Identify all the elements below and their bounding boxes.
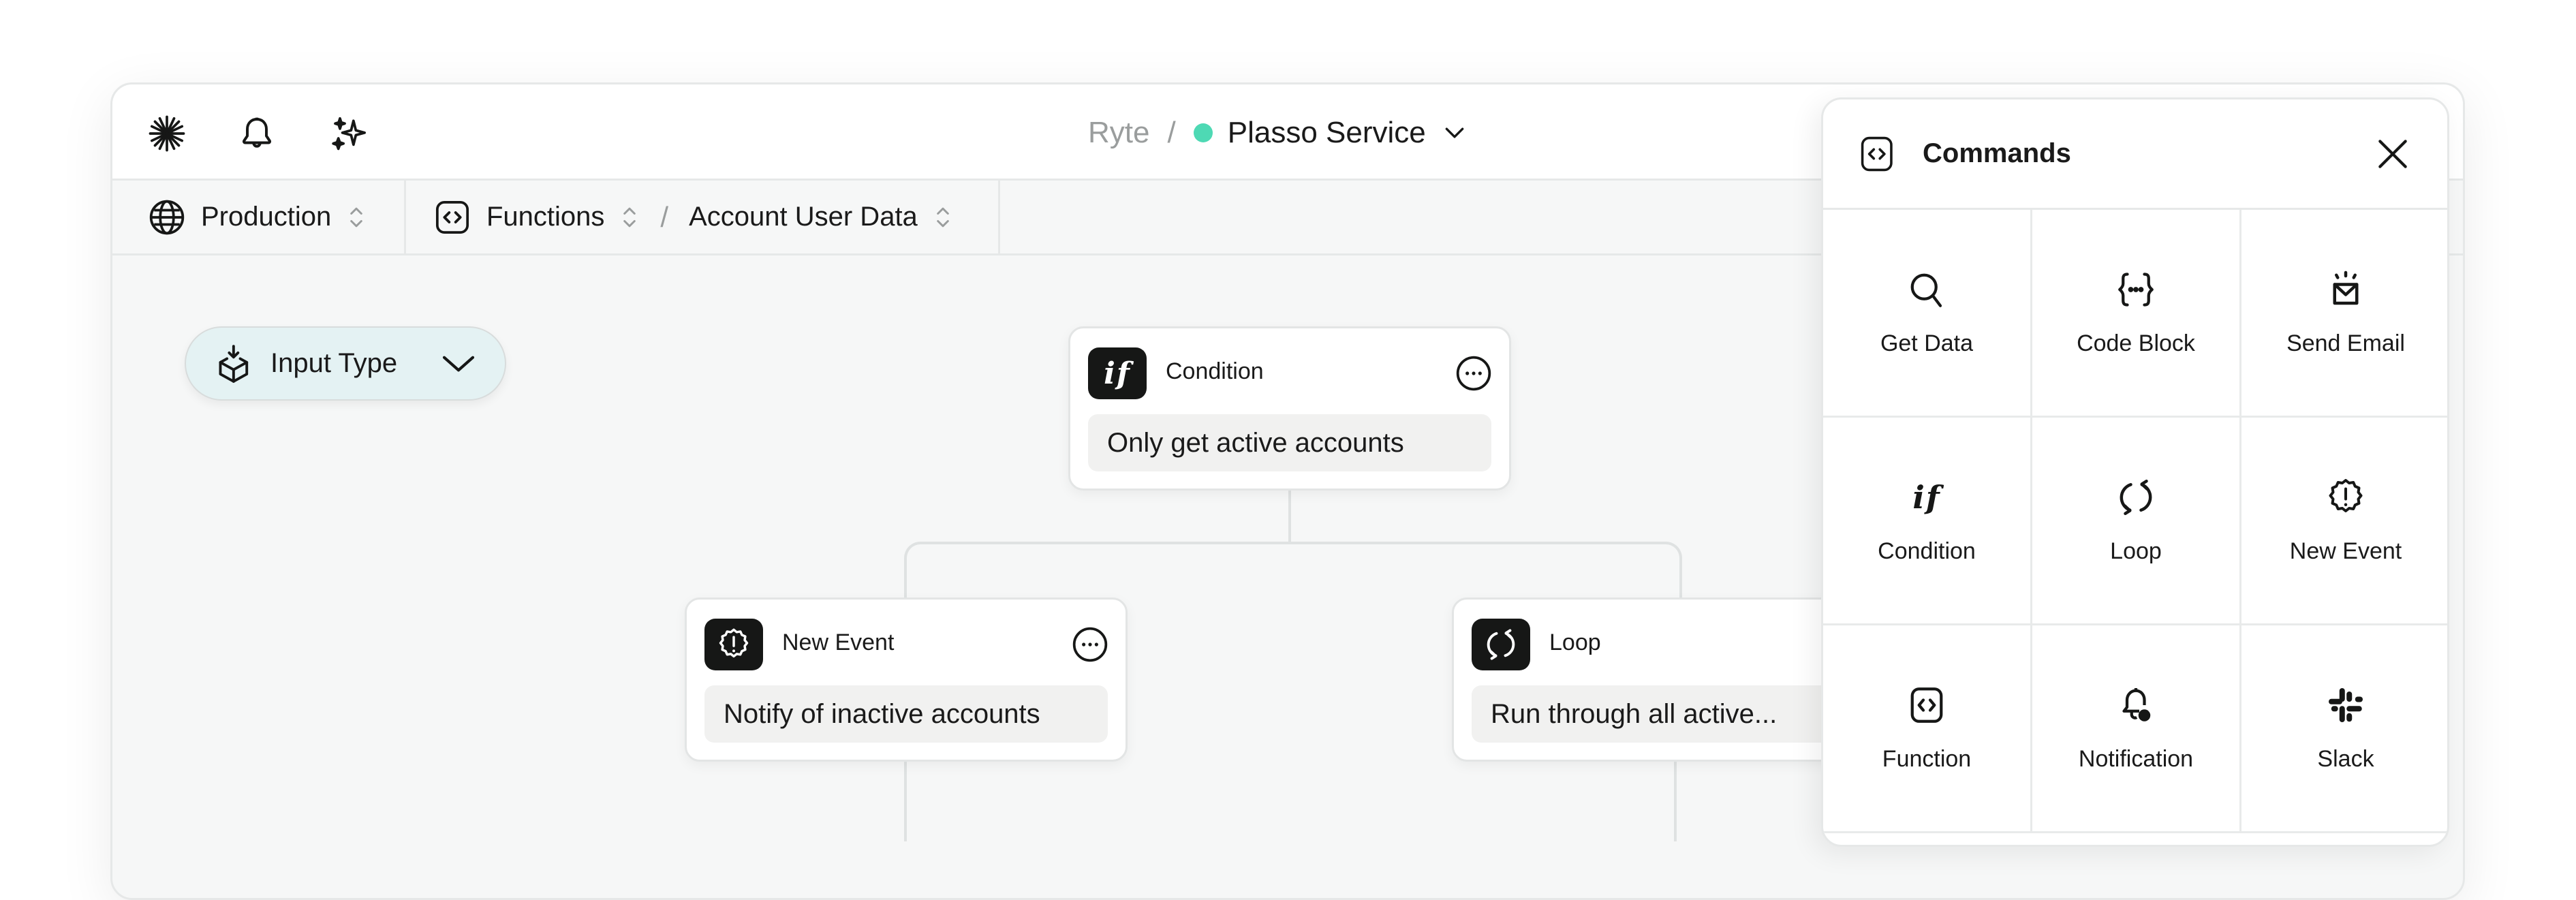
close-icon[interactable] — [2374, 135, 2412, 173]
environment-selector[interactable]: Production — [112, 181, 406, 253]
node-title: New Event — [782, 630, 895, 655]
node-description[interactable]: Run through all active... — [1472, 685, 1875, 743]
updown-chevron-icon[interactable] — [933, 202, 953, 232]
commands-panel: Commands Get Data Code Block Send Email … — [1821, 97, 2449, 847]
command-label: New Event — [2289, 538, 2402, 564]
stars-icon[interactable] — [330, 114, 369, 153]
command-slack[interactable]: Slack — [2241, 625, 2447, 833]
connector-line — [1674, 760, 1677, 841]
globe-icon — [148, 198, 186, 236]
commands-title: Commands — [1923, 138, 2071, 168]
sparkle-icon[interactable] — [148, 114, 186, 153]
node-description[interactable]: Notify of inactive accounts — [704, 685, 1108, 743]
breadcrumb-separator: / — [660, 200, 669, 233]
command-condition[interactable]: if Condition — [1823, 418, 2032, 625]
command-label: Slack — [2317, 745, 2374, 772]
section-label[interactable]: Functions — [486, 202, 604, 232]
commands-grid: Get Data Code Block Send Email if Condit… — [1823, 210, 2447, 833]
breadcrumb-separator: / — [1167, 116, 1176, 149]
command-label: Send Email — [2286, 330, 2405, 356]
alert-badge-icon — [2325, 477, 2366, 518]
chevron-down-icon[interactable] — [1441, 119, 1468, 146]
org-name[interactable]: Ryte — [1088, 116, 1149, 150]
command-label: Function — [1882, 745, 1972, 772]
command-get-data[interactable]: Get Data — [1823, 210, 2032, 418]
slack-icon — [2325, 685, 2366, 726]
node-title: Condition — [1166, 358, 1264, 384]
more-options-icon[interactable] — [1071, 625, 1109, 664]
code-icon — [1859, 134, 1895, 174]
function-breadcrumb: Functions / Account User Data — [406, 181, 1000, 253]
command-new-event[interactable]: New Event — [2241, 418, 2447, 625]
updown-chevron-icon — [350, 207, 363, 227]
command-loop[interactable]: Loop — [2032, 418, 2241, 625]
service-name[interactable]: Plasso Service — [1228, 116, 1426, 150]
notification-icon — [2115, 685, 2156, 726]
command-code-block[interactable]: Code Block — [2032, 210, 2241, 418]
command-label: Notification — [2078, 745, 2194, 772]
connector-line — [1288, 488, 1291, 543]
command-label: Code Block — [2077, 330, 2195, 356]
search-icon — [1906, 269, 1947, 310]
code-block-icon — [2115, 269, 2156, 310]
status-dot — [1193, 123, 1213, 142]
box-download-icon — [216, 344, 251, 383]
loop-icon — [2115, 477, 2156, 518]
input-type-label: Input Type — [270, 348, 398, 378]
node-title: Loop — [1549, 630, 1601, 655]
commands-header: Commands — [1823, 99, 2447, 210]
new-event-node[interactable]: New Event Notify of inactive accounts — [685, 598, 1128, 762]
condition-node[interactable]: if Condition Only get active accounts — [1068, 326, 1511, 491]
node-description[interactable]: Only get active accounts — [1088, 414, 1491, 471]
command-label: Get Data — [1880, 330, 1974, 356]
if-icon: if — [1088, 347, 1147, 399]
function-icon — [1906, 685, 1947, 726]
alert-badge-icon — [704, 619, 763, 670]
code-icon — [433, 198, 471, 236]
project-switcher[interactable]: Ryte / Plasso Service — [1088, 109, 1468, 157]
command-label: Condition — [1878, 538, 1976, 564]
more-options-icon[interactable] — [1455, 354, 1493, 392]
command-label: Loop — [2110, 538, 2162, 564]
chevron-down-icon — [439, 345, 478, 383]
loop-icon — [1472, 619, 1530, 670]
connector-line — [904, 760, 907, 841]
send-email-icon — [2325, 269, 2366, 310]
command-function[interactable]: Function — [1823, 625, 2032, 833]
function-name-label[interactable]: Account User Data — [689, 202, 918, 232]
command-notification[interactable]: Notification — [2032, 625, 2241, 833]
if-icon: if — [1912, 478, 1941, 516]
command-send-email[interactable]: Send Email — [2241, 210, 2447, 418]
bell-icon[interactable] — [238, 114, 276, 153]
environment-label: Production — [201, 202, 332, 232]
connector-line — [904, 542, 1682, 599]
input-type-dropdown[interactable]: Input Type — [185, 326, 506, 401]
updown-chevron-icon[interactable] — [619, 202, 640, 232]
